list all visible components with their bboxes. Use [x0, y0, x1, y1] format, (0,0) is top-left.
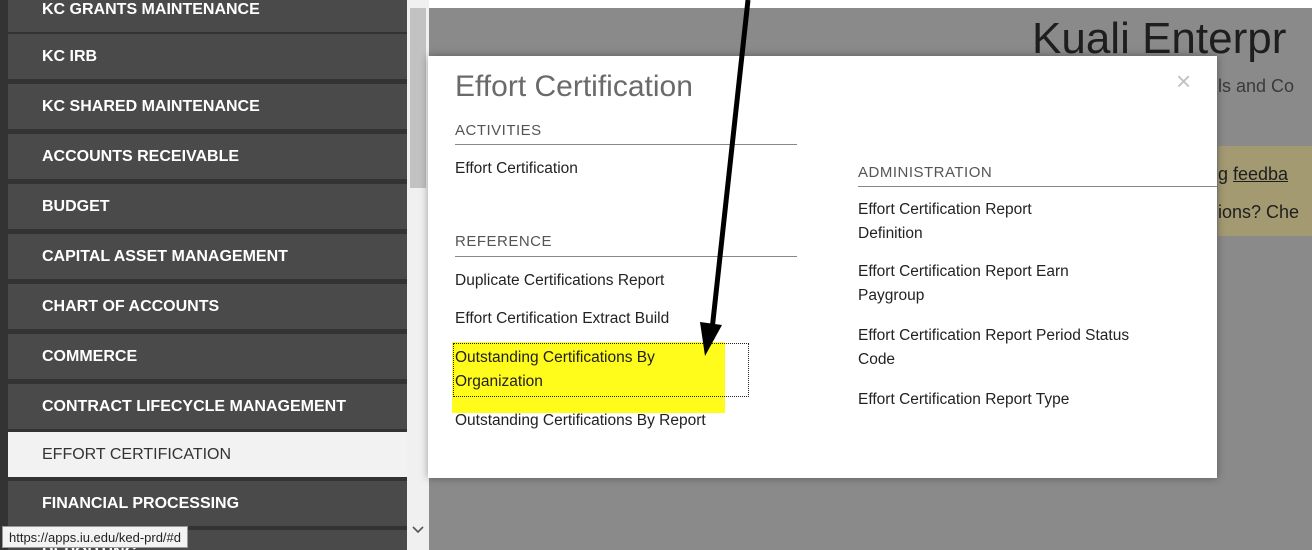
status-bar-url: https://apps.iu.edu/ked-prd/#d [2, 526, 189, 548]
modal-title: Effort Certification [455, 70, 693, 103]
link-report-definition[interactable]: Effort Certification Report Definition [858, 198, 1088, 246]
chevron-down-icon[interactable] [409, 520, 427, 538]
link-effort-certification[interactable]: Effort Certification [455, 157, 785, 181]
sidebar-item-financial-processing[interactable]: FINANCIAL PROCESSING [8, 481, 407, 526]
sidebar-item-contract-lifecycle-management[interactable]: CONTRACT LIFECYCLE MANAGEMENT [8, 384, 407, 429]
feedback-link[interactable]: feedba [1233, 164, 1288, 184]
link-effort-certification-extract-build[interactable]: Effort Certification Extract Build [455, 307, 795, 331]
sidebar-item-kc-irb[interactable]: KC IRB [8, 34, 407, 79]
link-report-earn-paygroup[interactable]: Effort Certification Report Earn Paygrou… [858, 260, 1128, 308]
sidebar-item-effort-certification[interactable]: EFFORT CERTIFICATION [8, 432, 407, 477]
scrollbar-thumb[interactable] [410, 8, 426, 188]
link-report-period-status-code[interactable]: Effort Certification Report Period Statu… [858, 324, 1158, 372]
divider [858, 186, 1217, 187]
close-icon[interactable]: × [1176, 66, 1191, 96]
sidebar-item-accounts-receivable[interactable]: ACCOUNTS RECEIVABLE [8, 134, 407, 179]
sidebar-item-budget[interactable]: BUDGET [8, 184, 407, 229]
sidebar-item-kc-shared-maintenance[interactable]: KC SHARED MAINTENANCE [8, 84, 407, 129]
notice-line-1: g feedba [1218, 164, 1288, 185]
link-outstanding-certifications-by-organization[interactable]: Outstanding Certifications By Organizati… [455, 346, 717, 394]
notice-line-2: ions? Che [1218, 202, 1300, 222]
sidebar-scrollbar[interactable] [407, 0, 429, 550]
notice-text: g [1218, 164, 1234, 184]
link-outstanding-certifications-by-report[interactable]: Outstanding Certifications By Report [455, 409, 717, 433]
sidebar-item-kc-grants-maintenance[interactable]: KC GRANTS MAINTENANCE [8, 0, 407, 32]
sidebar-item-commerce[interactable]: COMMERCE [8, 334, 407, 379]
section-heading-reference: REFERENCE [455, 233, 553, 250]
link-report-type[interactable]: Effort Certification Report Type [858, 388, 1178, 412]
section-heading-activities: ACTIVITIES [455, 122, 542, 139]
divider [455, 144, 797, 145]
section-heading-administration: ADMINISTRATION [858, 164, 993, 181]
effort-certification-modal: Effort Certification × ACTIVITIES Effort… [428, 56, 1217, 478]
sidebar-item-chart-of-accounts[interactable]: CHART OF ACCOUNTS [8, 284, 407, 329]
sidebar-item-capital-asset-management[interactable]: CAPITAL ASSET MANAGEMENT [8, 234, 407, 279]
page-subtitle: ls and Co [1218, 76, 1295, 96]
sidebar: KC GRANTS MAINTENANCE KC IRB KC SHARED M… [0, 0, 407, 550]
link-duplicate-certifications-report[interactable]: Duplicate Certifications Report [455, 269, 795, 293]
divider [455, 256, 797, 257]
